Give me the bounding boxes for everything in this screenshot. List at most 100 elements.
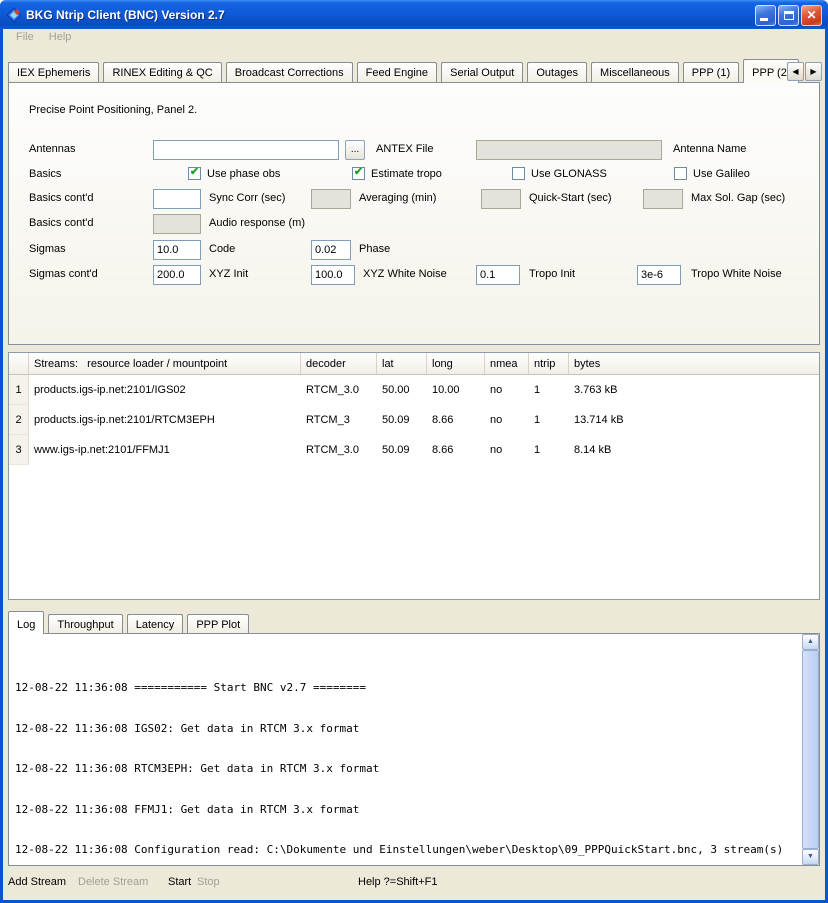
start-button[interactable]: Start (168, 876, 191, 888)
header-ntrip: ntrip (529, 353, 569, 374)
code-label: Code (209, 243, 235, 255)
table-row[interactable]: 3 www.igs-ip.net:2101/FFMJ1 RTCM_3.0 50.… (9, 435, 819, 465)
title-bar[interactable]: BKG Ntrip Client (BNC) Version 2.7 ✕ (0, 0, 828, 29)
xyz-white-noise-input[interactable] (311, 265, 355, 285)
maximize-button[interactable] (778, 5, 799, 26)
scrollbar-thumb[interactable] (802, 650, 819, 849)
menu-file[interactable]: File (10, 29, 40, 45)
cell-ntrip: 1 (529, 375, 569, 405)
tropo-init-input[interactable] (476, 265, 520, 285)
max-sol-gap-field (643, 189, 683, 209)
log-line: 12-08-22 11:36:08 Configuration read: C:… (15, 843, 797, 857)
minimize-icon (760, 18, 768, 21)
use-galileo-label: Use Galileo (693, 168, 750, 180)
cell-ntrip: 1 (529, 435, 569, 465)
basics-contd-label: Basics cont'd (29, 192, 93, 204)
maximize-icon (784, 11, 794, 20)
tab-broadcast-corrections[interactable]: Broadcast Corrections (226, 62, 353, 82)
sigmas-label: Sigmas (29, 243, 66, 255)
cell-lat: 50.00 (377, 375, 427, 405)
tab-throughput[interactable]: Throughput (48, 614, 122, 633)
antennas-label: Antennas (29, 143, 75, 155)
cell-bytes: 3.763 kB (569, 375, 819, 405)
cell-lat: 50.09 (377, 405, 427, 435)
row-number[interactable]: 3 (9, 435, 29, 465)
cell-decoder: RTCM_3.0 (301, 375, 377, 405)
streams-table: Streams: resource loader / mountpoint de… (8, 352, 820, 600)
table-row[interactable]: 2 products.igs-ip.net:2101/RTCM3EPH RTCM… (9, 405, 819, 435)
table-row[interactable]: 1 products.igs-ip.net:2101/IGS02 RTCM_3.… (9, 375, 819, 405)
minimize-button[interactable] (755, 5, 776, 26)
panel-caption: Precise Point Positioning, Panel 2. (29, 104, 197, 116)
log-scrollbar[interactable]: ▲ ▼ (802, 634, 819, 865)
window-controls: ✕ (755, 5, 822, 26)
use-glonass-label: Use GLONASS (531, 168, 607, 180)
sigma-code-input[interactable] (153, 240, 201, 260)
sync-corr-label: Sync Corr (sec) (209, 192, 285, 204)
tab-scroll-right-button[interactable]: ▶ (805, 62, 822, 81)
check-icon: ✔ (354, 166, 363, 178)
tab-outages[interactable]: Outages (527, 62, 587, 82)
arrow-down-icon: ▼ (807, 853, 814, 860)
cell-decoder: RTCM_3.0 (301, 435, 377, 465)
tab-ppp-1[interactable]: PPP (1) (683, 62, 739, 82)
tab-feed-engine[interactable]: Feed Engine (357, 62, 437, 82)
app-icon (6, 7, 22, 23)
cell-long: 8.66 (427, 435, 485, 465)
row-number[interactable]: 2 (9, 405, 29, 435)
tab-ppp-plot[interactable]: PPP Plot (187, 614, 249, 633)
antex-browse-button[interactable]: ... (345, 140, 365, 160)
add-stream-button[interactable]: Add Stream (8, 876, 66, 888)
estimate-tropo-checkbox[interactable]: ✔ (352, 167, 365, 180)
use-phase-obs-checkbox[interactable]: ✔ (188, 167, 201, 180)
tab-serial-output[interactable]: Serial Output (441, 62, 523, 82)
ppp2-panel: Precise Point Positioning, Panel 2. Ante… (8, 82, 820, 345)
cell-mountpoint: products.igs-ip.net:2101/IGS02 (29, 375, 301, 405)
command-bar: Add Stream Delete Stream Start Stop Help… (3, 868, 825, 897)
tab-latency[interactable]: Latency (127, 614, 184, 633)
delete-stream-button[interactable]: Delete Stream (78, 876, 148, 888)
scroll-down-button[interactable]: ▼ (802, 849, 819, 865)
cell-nmea: no (485, 405, 529, 435)
close-button[interactable]: ✕ (801, 5, 822, 26)
quick-start-label: Quick-Start (sec) (529, 192, 612, 204)
cell-nmea: no (485, 435, 529, 465)
menu-bar: File Help (3, 29, 825, 47)
antenna-name-field (476, 140, 662, 160)
streams-table-header: Streams: resource loader / mountpoint de… (9, 353, 819, 375)
help-label: Help ?=Shift+F1 (358, 876, 438, 888)
averaging-field (311, 189, 351, 209)
cell-nmea: no (485, 375, 529, 405)
close-icon: ✕ (806, 8, 816, 22)
antennas-input[interactable] (153, 140, 339, 160)
use-galileo-checkbox[interactable] (674, 167, 687, 180)
tab-log[interactable]: Log (8, 611, 44, 634)
cell-long: 8.66 (427, 405, 485, 435)
tab-scroll-left-button[interactable]: ◀ (787, 62, 804, 81)
sync-corr-input[interactable] (153, 189, 201, 209)
tab-rinex-editing-qc[interactable]: RINEX Editing & QC (103, 62, 221, 82)
averaging-label: Averaging (min) (359, 192, 436, 204)
header-gutter (9, 353, 29, 374)
cell-ntrip: 1 (529, 405, 569, 435)
log-line: 12-08-22 11:36:08 RTCM3EPH: Get data in … (15, 762, 797, 776)
estimate-tropo-label: Estimate tropo (371, 168, 442, 180)
sigma-phase-input[interactable] (311, 240, 351, 260)
audio-response-label: Audio response (m) (209, 217, 305, 229)
tropo-white-noise-input[interactable] (637, 265, 681, 285)
chevron-left-icon: ◀ (792, 67, 798, 76)
tab-miscellaneous[interactable]: Miscellaneous (591, 62, 679, 82)
tab-iex-ephemeris[interactable]: IEX Ephemeris (8, 62, 99, 82)
stop-button[interactable]: Stop (197, 876, 220, 888)
scroll-up-button[interactable]: ▲ (802, 634, 819, 650)
xyz-init-input[interactable] (153, 265, 201, 285)
menu-help[interactable]: Help (43, 29, 78, 45)
cell-lat: 50.09 (377, 435, 427, 465)
header-mountpoint: Streams: resource loader / mountpoint (29, 353, 301, 374)
xyz-init-label: XYZ Init (209, 268, 248, 280)
log-tab-bar: Log Throughput Latency PPP Plot (8, 611, 820, 634)
use-glonass-checkbox[interactable] (512, 167, 525, 180)
row-number[interactable]: 1 (9, 375, 29, 405)
phase-label: Phase (359, 243, 390, 255)
cell-mountpoint: www.igs-ip.net:2101/FFMJ1 (29, 435, 301, 465)
